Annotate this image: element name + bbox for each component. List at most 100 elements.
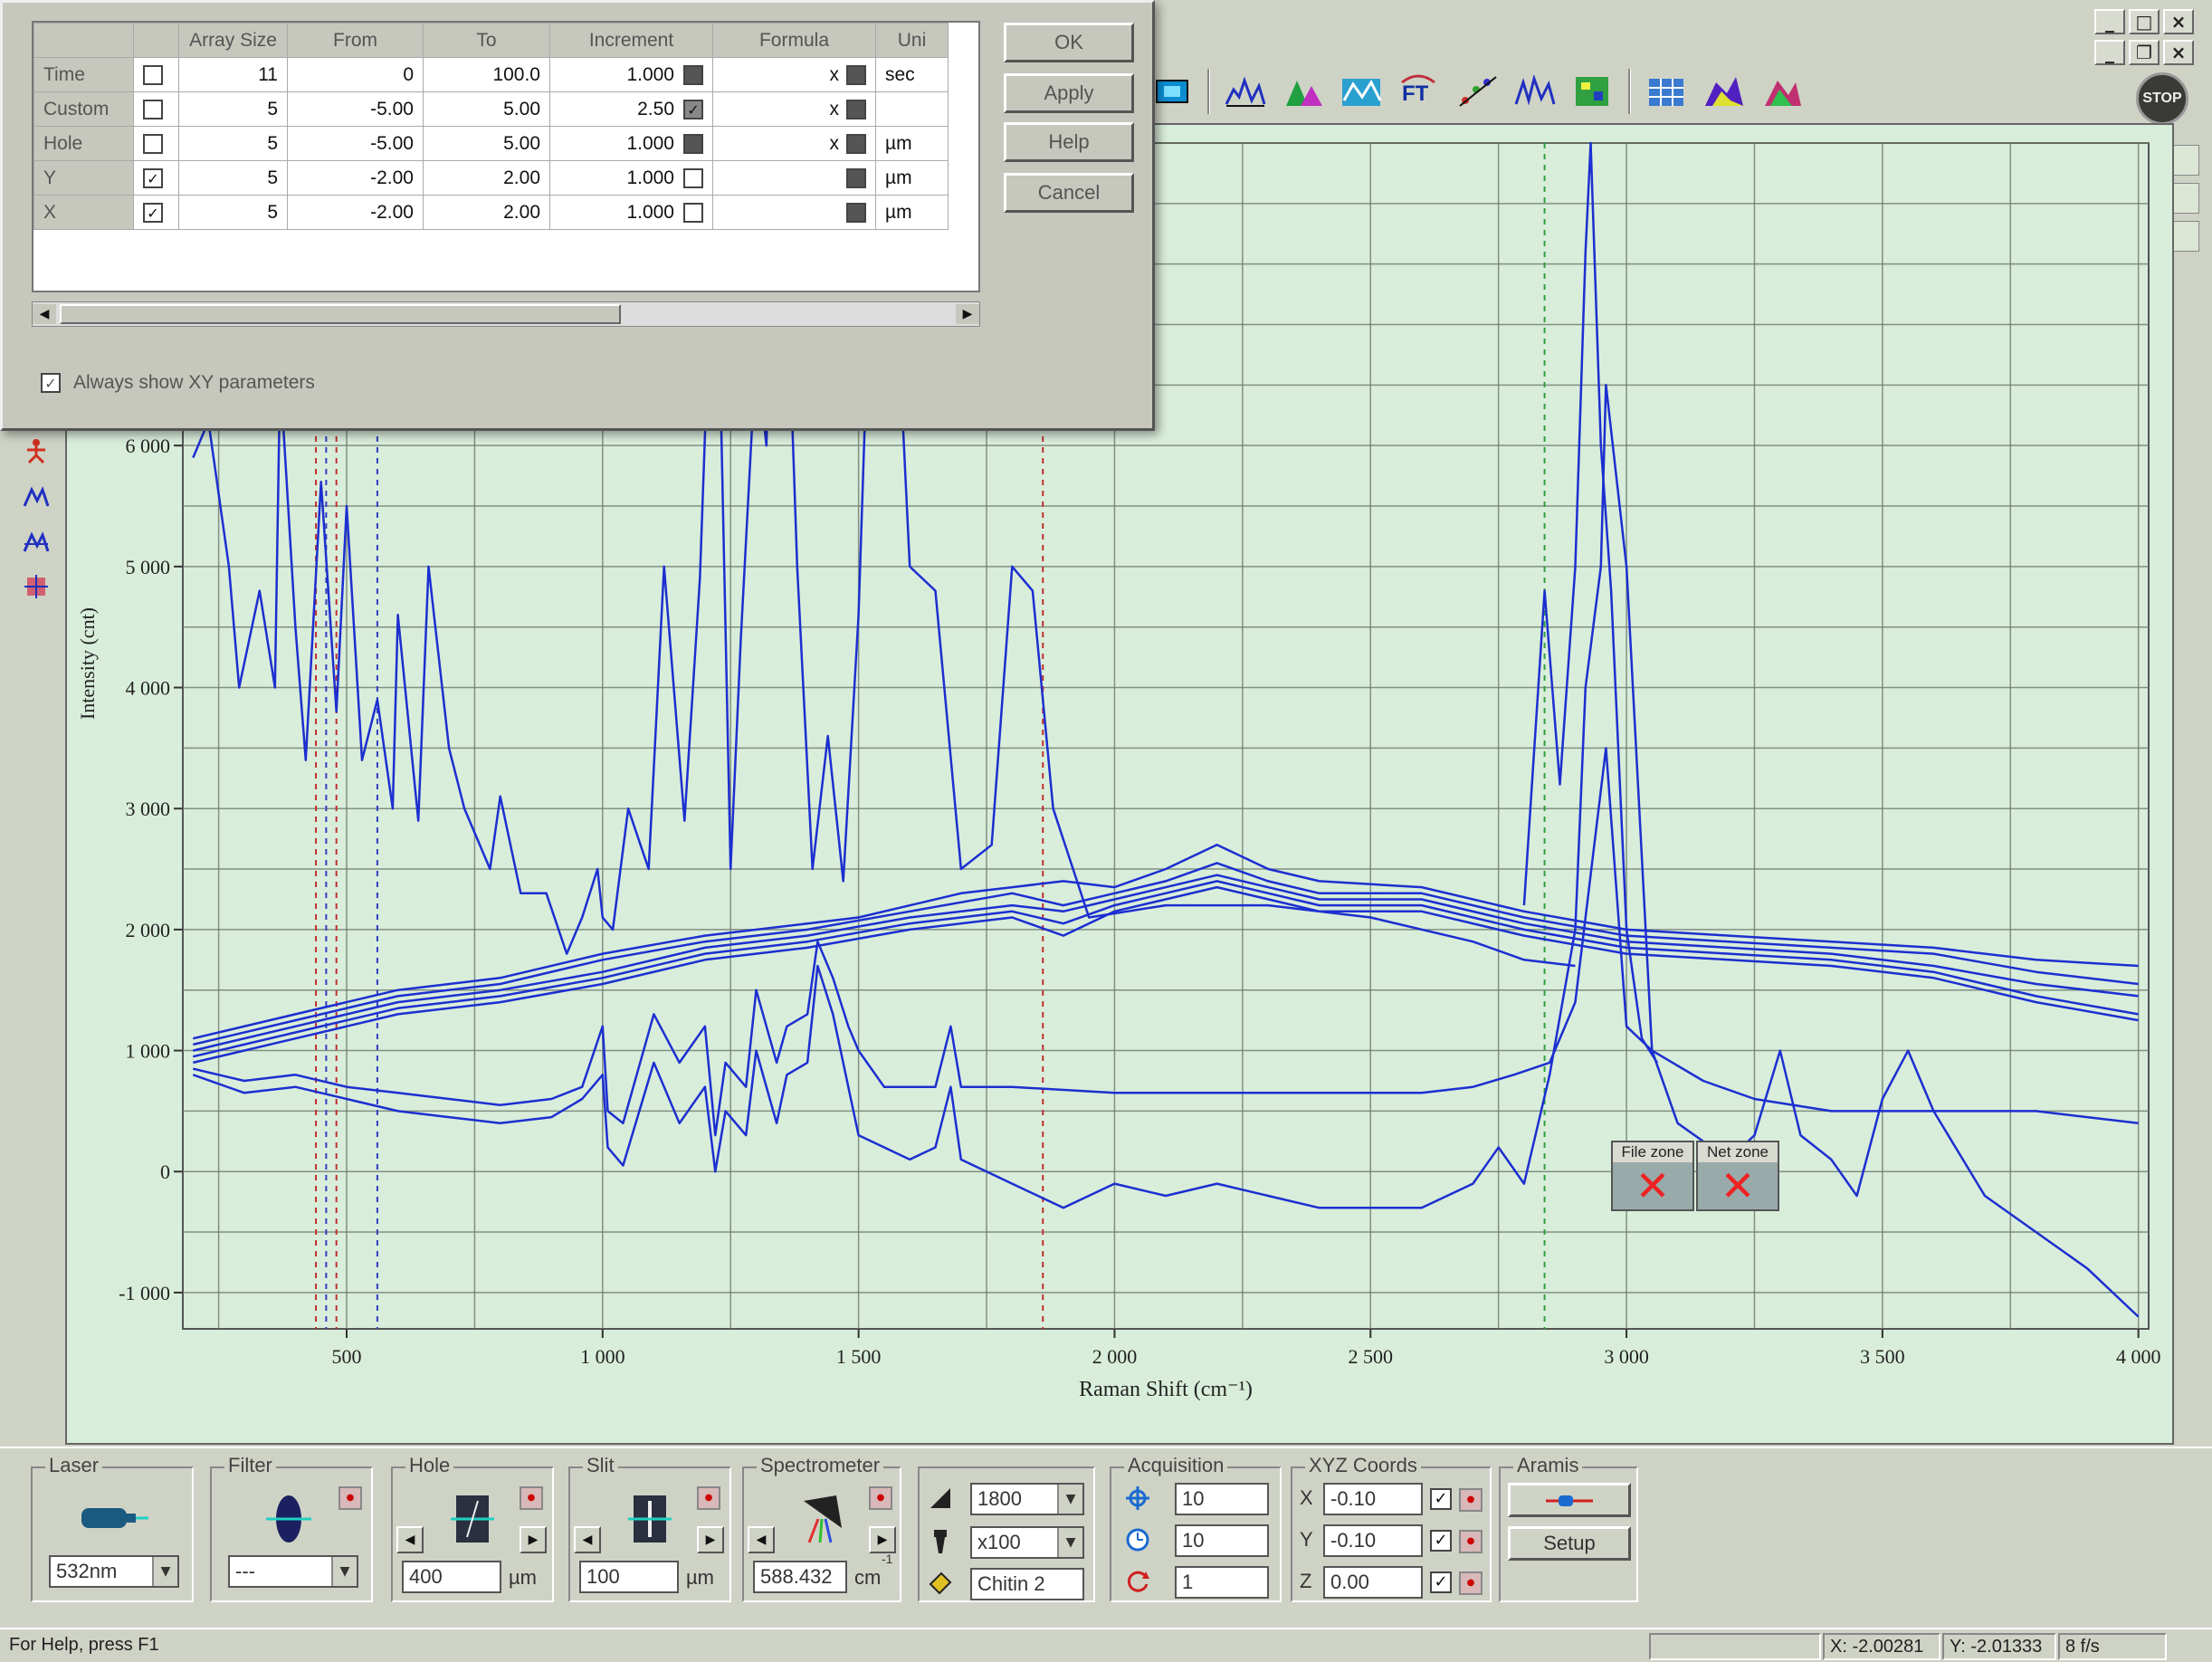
person-icon[interactable]	[18, 435, 54, 467]
stop-button[interactable]: STOP	[2136, 72, 2188, 125]
grid-tool-icon[interactable]	[1644, 69, 1689, 114]
table-row[interactable]: Y ✓ 5 -2.00 2.00 1.000 µm	[33, 160, 949, 196]
table-row[interactable]: Hole 5 -5.00 5.00 1.000 x µm	[33, 126, 949, 161]
slit-input[interactable]: 100	[579, 1561, 679, 1593]
grating-select[interactable]: 1800 ▼	[970, 1483, 1084, 1515]
array-size-cell[interactable]: 5	[178, 160, 288, 196]
chevron-down-icon[interactable]: ▼	[331, 1557, 357, 1586]
to-cell[interactable]: 5.00	[423, 126, 550, 161]
hole-reset-icon[interactable]: ●	[520, 1486, 543, 1510]
array-size-cell[interactable]: 11	[178, 57, 288, 92]
increment-cell[interactable]: 1.000	[549, 126, 713, 161]
filter-select[interactable]: --- ▼	[228, 1555, 358, 1588]
fit-icon[interactable]	[1454, 69, 1500, 114]
chevron-down-icon[interactable]: ▼	[1057, 1528, 1082, 1557]
array-size-cell[interactable]: 5	[178, 91, 288, 127]
ft-icon[interactable]: FT	[1397, 69, 1442, 114]
doc-close-icon[interactable]: ×	[2163, 40, 2194, 65]
sample-input[interactable]: Chitin 2	[970, 1568, 1084, 1600]
formula-checkbox[interactable]	[846, 167, 866, 188]
doc-minimize-icon[interactable]: _	[2094, 40, 2125, 65]
objective-select[interactable]: x100 ▼	[970, 1526, 1084, 1559]
z-lock-checkbox[interactable]: ✓	[1430, 1571, 1452, 1593]
z-reset-icon[interactable]: ●	[1459, 1571, 1483, 1595]
hole-decrease-button[interactable]: ◀	[396, 1526, 424, 1553]
to-cell[interactable]: 100.0	[423, 57, 550, 92]
formula-checkbox[interactable]	[846, 64, 866, 85]
peak-add-icon[interactable]	[1281, 69, 1326, 114]
spectrum-icon[interactable]	[1223, 69, 1268, 114]
peak-double-icon[interactable]	[18, 525, 54, 558]
slit-increase-button[interactable]: ▶	[697, 1526, 724, 1553]
increment-cell[interactable]: 2.50 ✓	[549, 91, 713, 127]
multi-spectra-icon[interactable]	[1512, 69, 1558, 114]
maximize-icon[interactable]: □	[2129, 9, 2160, 34]
y-reset-icon[interactable]: ●	[1459, 1530, 1483, 1553]
filter-reset-icon[interactable]: ●	[338, 1486, 362, 1510]
surface-icon[interactable]	[1702, 69, 1747, 114]
slit-decrease-button[interactable]: ◀	[574, 1526, 601, 1553]
row-checkbox[interactable]: ✓	[143, 167, 163, 188]
net-zone-x-icon[interactable]: ✕	[1698, 1161, 1778, 1210]
ok-button[interactable]: OK	[1004, 23, 1134, 62]
row-checkbox[interactable]: ✓	[143, 202, 163, 223]
increment-checkbox[interactable]	[683, 202, 703, 223]
from-cell[interactable]: -5.00	[287, 91, 424, 127]
formula-checkbox[interactable]	[846, 202, 866, 223]
pyramid-icon[interactable]	[1759, 69, 1805, 114]
target-icon[interactable]	[18, 570, 54, 603]
x-coord-input[interactable]: -0.10	[1323, 1483, 1423, 1515]
from-cell[interactable]: -5.00	[287, 126, 424, 161]
y-lock-checkbox[interactable]: ✓	[1430, 1530, 1452, 1552]
acquisition-count-input[interactable]: 10	[1175, 1524, 1269, 1557]
baseline-icon[interactable]	[1339, 69, 1384, 114]
increment-checkbox[interactable]	[683, 64, 703, 85]
always-show-checkbox[interactable]: ✓	[41, 373, 61, 393]
peak-up-icon[interactable]	[18, 480, 54, 512]
scroll-right-icon[interactable]: ▶	[956, 304, 979, 324]
acquisition-repeat-input[interactable]: 1	[1175, 1566, 1269, 1599]
row-checkbox[interactable]	[143, 99, 163, 119]
from-cell[interactable]: -2.00	[287, 160, 424, 196]
grid-scrollbar[interactable]: ◀ ▶	[32, 301, 980, 327]
map-icon[interactable]	[1570, 69, 1616, 114]
apply-button[interactable]: Apply	[1004, 73, 1134, 113]
increment-checkbox[interactable]: ✓	[683, 99, 703, 119]
scroll-left-icon[interactable]: ◀	[33, 304, 56, 324]
chevron-down-icon[interactable]: ▼	[1057, 1485, 1082, 1514]
minimize-icon[interactable]: _	[2094, 9, 2125, 34]
x-reset-icon[interactable]: ●	[1459, 1488, 1483, 1512]
help-button[interactable]: Help	[1004, 122, 1134, 162]
array-size-cell[interactable]: 5	[178, 126, 288, 161]
aramis-button[interactable]	[1508, 1483, 1631, 1517]
chevron-down-icon[interactable]: ▼	[152, 1557, 177, 1586]
x-lock-checkbox[interactable]: ✓	[1430, 1488, 1452, 1510]
table-row[interactable]: Custom 5 -5.00 5.00 2.50 ✓ x	[33, 91, 949, 127]
scroll-thumb[interactable]	[60, 304, 621, 324]
hole-increase-button[interactable]: ▶	[520, 1526, 547, 1553]
y-coord-input[interactable]: -0.10	[1323, 1524, 1423, 1557]
acquisition-time-input[interactable]: 10	[1175, 1483, 1269, 1515]
row-checkbox[interactable]	[143, 64, 163, 85]
spectrometer-input[interactable]: 588.432	[753, 1561, 847, 1593]
increment-cell[interactable]: 1.000	[549, 195, 713, 230]
formula-cell[interactable]: x	[712, 91, 876, 127]
to-cell[interactable]: 2.00	[423, 160, 550, 196]
laser-select[interactable]: 532nm ▼	[49, 1555, 179, 1588]
doc-restore-icon[interactable]: ❐	[2129, 40, 2160, 65]
file-zone[interactable]: File zone ✕	[1611, 1141, 1694, 1211]
formula-cell[interactable]	[712, 160, 876, 196]
increment-cell[interactable]: 1.000	[549, 160, 713, 196]
formula-cell[interactable]: x	[712, 57, 876, 92]
spectrometer-decrease-button[interactable]: ◀	[748, 1526, 775, 1553]
hole-input[interactable]: 400	[402, 1561, 501, 1593]
table-row[interactable]: X ✓ 5 -2.00 2.00 1.000 µm	[33, 195, 949, 230]
increment-checkbox[interactable]	[683, 133, 703, 154]
net-zone[interactable]: Net zone ✕	[1696, 1141, 1779, 1211]
slit-reset-icon[interactable]: ●	[697, 1486, 720, 1510]
increment-checkbox[interactable]	[683, 167, 703, 188]
to-cell[interactable]: 5.00	[423, 91, 550, 127]
z-coord-input[interactable]: 0.00	[1323, 1566, 1423, 1599]
formula-cell[interactable]: x	[712, 126, 876, 161]
cancel-button[interactable]: Cancel	[1004, 173, 1134, 213]
